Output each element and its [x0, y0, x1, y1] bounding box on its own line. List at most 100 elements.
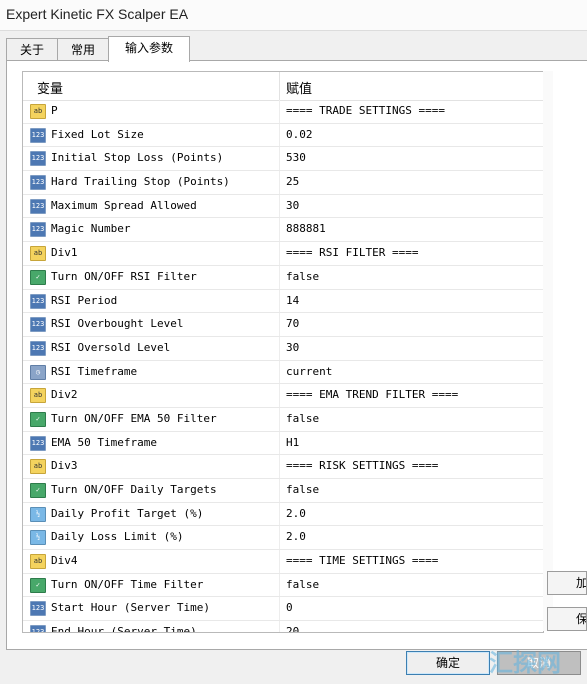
parameter-value[interactable]: 70: [286, 317, 536, 330]
parameter-type-icon: ab: [30, 246, 46, 262]
parameter-value[interactable]: 2.0: [286, 530, 536, 543]
parameter-row[interactable]: 123 Hard Trailing Stop (Points) 25: [23, 171, 543, 195]
column-separator: [279, 123, 280, 147]
parameter-value[interactable]: 20: [286, 625, 536, 632]
parameter-type-icon: ✓: [30, 269, 46, 285]
column-separator: [279, 479, 280, 502]
parameter-row[interactable]: ✓ Turn ON/OFF Time Filter false: [23, 573, 543, 598]
column-separator: [279, 313, 280, 336]
parameter-name: Div1: [51, 246, 78, 260]
parameter-name: Div2: [51, 388, 78, 402]
parameter-name: Turn ON/OFF EMA 50 Filter: [51, 411, 217, 425]
parameter-value[interactable]: 0.02: [286, 128, 536, 141]
parameter-value[interactable]: false: [286, 270, 536, 283]
column-separator: [279, 289, 280, 313]
parameter-type-icon: 123: [30, 625, 46, 632]
parameter-row[interactable]: 123 RSI Oversold Level 30: [23, 336, 543, 361]
parameter-name: Magic Number: [51, 222, 131, 236]
window-titlebar: Expert Kinetic FX Scalper EA: [0, 0, 587, 31]
column-separator: [279, 455, 280, 478]
parameter-type-icon: ab: [30, 459, 46, 475]
parameter-type-icon: ab: [30, 104, 46, 119]
parameter-row[interactable]: ✓ Turn ON/OFF EMA 50 Filter false: [23, 407, 543, 432]
parameter-name: Div3: [51, 459, 78, 473]
parameter-row[interactable]: ✓ Turn ON/OFF RSI Filter false: [23, 265, 543, 290]
parameter-value[interactable]: ==== TRADE SETTINGS ====: [286, 104, 536, 117]
inputs-panel: 变量 赋值 ab P ==== TRADE SETTINGS ==== 123 Fixe…: [6, 60, 587, 650]
grid-header: 变量 赋值: [23, 72, 543, 101]
column-separator: [279, 407, 280, 431]
column-separator: [279, 171, 280, 194]
parameter-name: Div4: [51, 554, 78, 568]
parameter-type-icon: 123: [30, 198, 46, 214]
parameter-value[interactable]: false: [286, 483, 536, 496]
parameter-row[interactable]: ab Div1 ==== RSI FILTER ====: [23, 242, 543, 266]
tab-inputs[interactable]: 输入参数: [108, 36, 190, 62]
parameter-value[interactable]: ==== RISK SETTINGS ====: [286, 459, 536, 472]
parameter-row[interactable]: ✓ Turn ON/OFF Daily Targets false: [23, 479, 543, 503]
parameter-type-icon: 123: [30, 601, 46, 617]
parameter-value[interactable]: 530: [286, 151, 536, 164]
column-separator: [279, 242, 280, 265]
column-separator: [279, 573, 280, 597]
column-separator: [279, 502, 280, 526]
parameter-value[interactable]: 0: [286, 601, 536, 614]
parameter-name: Fixed Lot Size: [51, 127, 144, 141]
column-separator: [279, 621, 280, 632]
parameter-name: RSI Overbought Level: [51, 317, 184, 331]
parameter-name: P: [51, 104, 58, 117]
header-variable: 变量: [37, 82, 64, 97]
parameter-type-icon: 123: [30, 127, 46, 143]
parameter-row[interactable]: 123 RSI Overbought Level 70: [23, 313, 543, 337]
parameter-name: RSI Oversold Level: [51, 340, 171, 354]
parameter-value[interactable]: 30: [286, 341, 536, 354]
parameter-row[interactable]: ½ Daily Loss Limit (%) 2.0: [23, 526, 543, 551]
parameter-name: Turn ON/OFF RSI Filter: [51, 269, 197, 283]
parameter-value[interactable]: false: [286, 412, 536, 425]
column-separator: [279, 597, 280, 621]
parameter-value[interactable]: ==== TIME SETTINGS ====: [286, 554, 536, 567]
parameter-name: Initial Stop Loss (Points): [51, 151, 224, 165]
parameter-value[interactable]: ==== EMA TREND FILTER ====: [286, 388, 536, 401]
load-button[interactable]: 加载: [547, 571, 587, 595]
window-title: Expert Kinetic FX Scalper EA: [6, 6, 189, 22]
parameter-row[interactable]: ab Div2 ==== EMA TREND FILTER ====: [23, 384, 543, 408]
parameter-row[interactable]: ab Div4 ==== TIME SETTINGS ====: [23, 550, 543, 574]
parameter-value[interactable]: false: [286, 578, 536, 591]
parameter-row[interactable]: 123 EMA 50 Timeframe H1: [23, 431, 543, 456]
parameter-type-icon: ◷: [30, 364, 46, 380]
parameter-row[interactable]: 123 Maximum Spread Allowed 30: [23, 194, 543, 219]
parameter-value[interactable]: ==== RSI FILTER ====: [286, 246, 536, 259]
parameter-value[interactable]: 25: [286, 175, 536, 188]
parameter-row[interactable]: ◷ RSI Timeframe current: [23, 360, 543, 385]
column-separator: [279, 550, 280, 573]
parameter-row[interactable]: ab P ==== TRADE SETTINGS ====: [23, 100, 543, 124]
parameter-name: EMA 50 Timeframe: [51, 435, 157, 449]
parameter-value[interactable]: 888881: [286, 222, 536, 235]
parameter-type-icon: ✓: [30, 483, 46, 498]
parameter-row[interactable]: 123 Magic Number 888881: [23, 218, 543, 243]
parameter-row[interactable]: 123 Fixed Lot Size 0.02: [23, 123, 543, 148]
site-watermark: 汇探网: [489, 649, 561, 677]
parameter-row[interactable]: ½ Daily Profit Target (%) 2.0: [23, 502, 543, 527]
parameter-type-icon: 123: [30, 222, 46, 238]
header-divider: [279, 72, 280, 100]
parameter-row[interactable]: 123 Start Hour (Server Time) 0: [23, 597, 543, 622]
parameter-value[interactable]: H1: [286, 436, 536, 449]
parameter-name: Daily Loss Limit (%): [51, 530, 184, 544]
parameter-value[interactable]: 14: [286, 294, 536, 307]
parameter-value[interactable]: 2.0: [286, 507, 536, 520]
save-button[interactable]: 保存: [547, 607, 587, 631]
parameter-row[interactable]: 123 Initial Stop Loss (Points) 530: [23, 147, 543, 172]
column-separator: [279, 360, 280, 384]
tab-about[interactable]: 关于: [6, 38, 58, 61]
parameter-type-icon: 123: [30, 340, 46, 356]
parameter-value[interactable]: current: [286, 365, 536, 378]
parameter-row[interactable]: ab Div3 ==== RISK SETTINGS ====: [23, 455, 543, 479]
tab-common[interactable]: 常用: [57, 38, 109, 61]
parameter-row[interactable]: 123 End Hour (Server Time) 20: [23, 621, 543, 632]
parameter-row[interactable]: 123 RSI Period 14: [23, 289, 543, 314]
parameter-name: Turn ON/OFF Daily Targets: [51, 483, 217, 496]
parameter-value[interactable]: 30: [286, 199, 536, 212]
parameter-type-icon: ✓: [30, 577, 46, 593]
